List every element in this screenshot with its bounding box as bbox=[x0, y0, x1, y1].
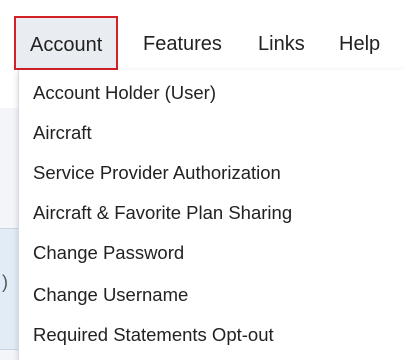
menu-item-change-password[interactable]: Change Password bbox=[33, 238, 184, 268]
menu-item-required-statements-opt-out[interactable]: Required Statements Opt-out bbox=[33, 320, 274, 350]
background-text-fragment: ) bbox=[2, 272, 8, 292]
menu-links[interactable]: Links bbox=[258, 26, 305, 62]
menu-help[interactable]: Help bbox=[339, 26, 380, 62]
account-dropdown-menu: Account Holder (User) Aircraft Service P… bbox=[18, 70, 403, 360]
menu-item-aircraft-plan-sharing[interactable]: Aircraft & Favorite Plan Sharing bbox=[33, 198, 292, 228]
menu-item-account-holder[interactable]: Account Holder (User) bbox=[33, 78, 216, 108]
menu-account[interactable]: Account bbox=[14, 16, 119, 70]
menu-item-service-provider-authorization[interactable]: Service Provider Authorization bbox=[33, 158, 281, 188]
menu-features[interactable]: Features bbox=[143, 26, 222, 62]
menu-item-change-username[interactable]: Change Username bbox=[33, 280, 188, 310]
menu-item-aircraft[interactable]: Aircraft bbox=[33, 118, 92, 148]
